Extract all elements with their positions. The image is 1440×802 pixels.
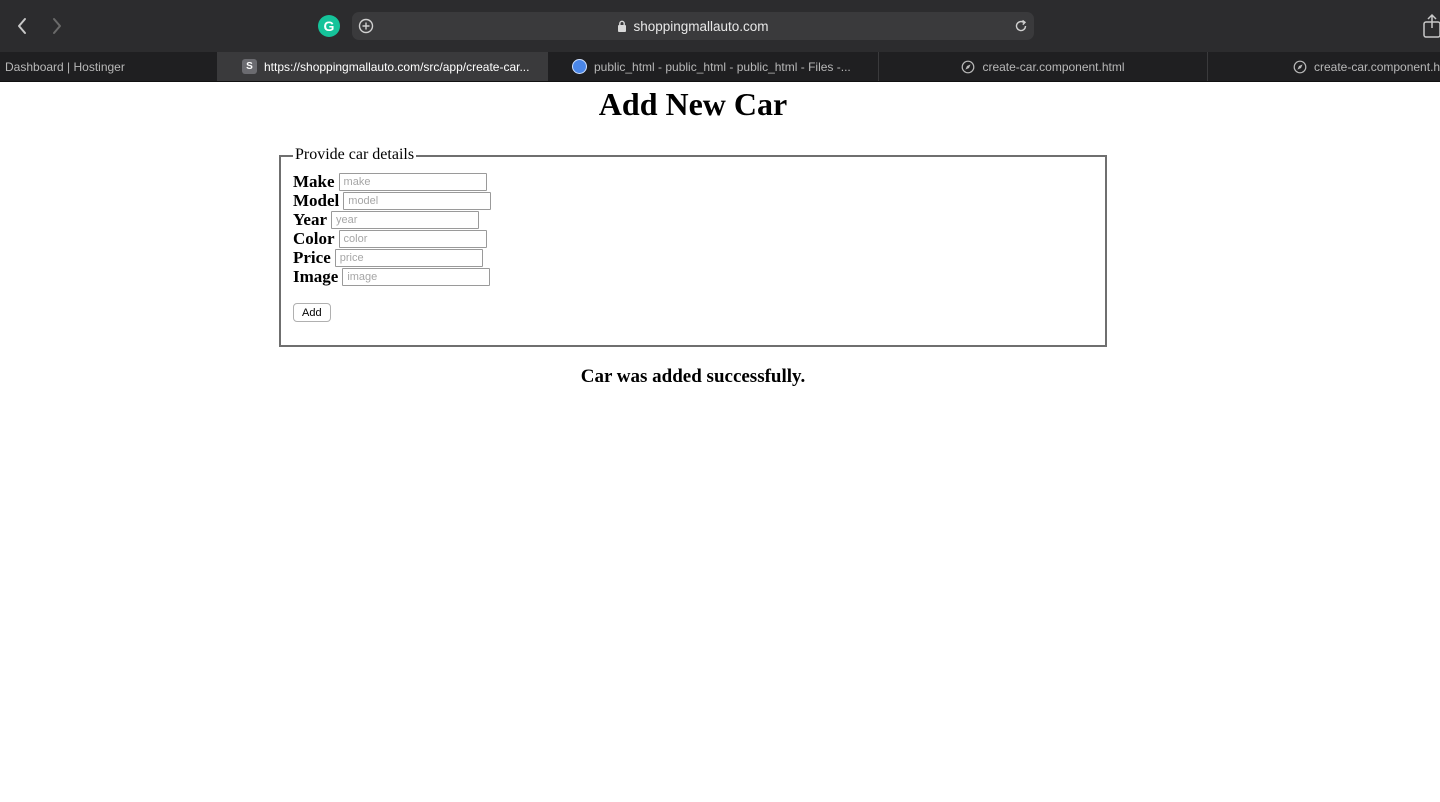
price-label: Price [293, 247, 331, 267]
forward-button[interactable] [45, 14, 69, 38]
price-input[interactable] [334, 248, 483, 267]
fieldset-legend: Provide car details [293, 146, 417, 164]
car-details-fieldset: Provide car details Make Model Year Colo… [279, 146, 1107, 347]
make-row: Make [293, 172, 487, 191]
page-title: Add New Car [598, 86, 788, 122]
model-input[interactable] [343, 191, 492, 210]
tab-create-car-component[interactable]: create-car.component.html [878, 52, 1207, 81]
reload-icon[interactable] [1012, 17, 1030, 35]
price-row: Price [293, 248, 483, 267]
tab-title: Dashboard | Hostinger [5, 59, 125, 74]
color-label: Color [293, 228, 335, 248]
browser-toolbar: G shoppingmallauto.com [0, 0, 1440, 53]
address-bar[interactable]: shoppingmallauto.com [352, 12, 1034, 40]
tab-title: public_html - public_html - public_html … [594, 59, 851, 74]
address-text: shoppingmallauto.com [633, 18, 769, 34]
tab-title: https://shoppingmallauto.com/src/app/cre… [264, 59, 530, 74]
color-row: Color [293, 229, 487, 248]
grammarly-extension-icon[interactable]: G [318, 15, 340, 37]
tab-public-html-files[interactable]: public_html - public_html - public_html … [548, 52, 878, 81]
tab-title: create-car.component.html [982, 59, 1125, 74]
chevron-right-icon [53, 18, 61, 34]
site-favicon-icon: S [242, 59, 257, 74]
make-label: Make [293, 171, 335, 191]
image-input[interactable] [342, 267, 491, 286]
model-row: Model [293, 190, 492, 210]
chevron-left-icon [18, 18, 26, 34]
globe-icon [572, 59, 587, 74]
image-row: Image [293, 266, 491, 286]
add-button[interactable]: Add [293, 303, 331, 322]
compass-icon [1293, 60, 1307, 73]
year-label: Year [293, 209, 327, 229]
tab-bar: Dashboard | Hostinger S https://shopping… [0, 52, 1440, 82]
make-input[interactable] [338, 172, 487, 191]
tab-create-car-component-2[interactable]: create-car.component.ht [1207, 52, 1440, 81]
tab-hostinger-dashboard[interactable]: Dashboard | Hostinger [0, 52, 217, 81]
image-label: Image [293, 266, 339, 286]
compass-icon [962, 60, 975, 73]
year-input[interactable] [330, 210, 479, 229]
tab-create-car-page[interactable]: S https://shoppingmallauto.com/src/app/c… [217, 52, 548, 81]
share-icon[interactable] [1420, 13, 1440, 39]
lock-icon [618, 20, 627, 32]
back-button[interactable] [10, 14, 34, 38]
model-label: Model [293, 190, 340, 210]
color-input[interactable] [338, 229, 487, 248]
success-message: Car was added successfully. [580, 366, 806, 387]
tab-title: create-car.component.ht [1314, 59, 1440, 74]
year-row: Year [293, 210, 479, 229]
